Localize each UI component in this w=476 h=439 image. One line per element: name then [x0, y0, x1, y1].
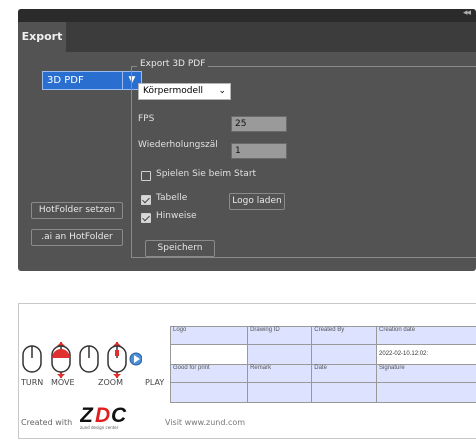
hotfolder-button[interactable]: HotFolder setzen — [31, 202, 123, 219]
load-logo-button[interactable]: Logo laden — [229, 193, 285, 210]
created-with-label: Created with — [21, 418, 73, 427]
navigation-controls — [22, 342, 142, 378]
value-signature — [376, 382, 476, 403]
header-logo: Logo — [169, 326, 249, 345]
zdc-logo: Z D C — [80, 404, 128, 424]
svg-text:D: D — [95, 404, 110, 424]
play-on-start-checkbox[interactable] — [141, 171, 151, 181]
header-remark: Remark — [247, 364, 313, 383]
save-button[interactable]: Speichern — [145, 240, 215, 257]
header-good-for-print: Good for print — [169, 364, 249, 383]
table-header-row: Logo Drawing ID Created By Creation date — [169, 326, 476, 345]
value-created-by — [311, 344, 378, 365]
play-label: PLAY — [145, 378, 165, 387]
pdf-preview: TURN MOVE ZOOM PLAY Logo Drawing ID Crea… — [18, 303, 476, 439]
collapse-icon[interactable]: ◂◂ — [463, 9, 471, 18]
visit-link[interactable]: Visit www.zund.com — [165, 418, 245, 427]
svg-text:C: C — [111, 404, 127, 424]
tab-bar: Export — [18, 22, 476, 52]
fps-label: FPS — [138, 114, 155, 124]
scroll-icon[interactable] — [107, 342, 127, 378]
value-logo — [169, 344, 249, 365]
play-on-start-label: Spielen Sie beim Start — [156, 169, 257, 179]
navigation-labels: TURN MOVE ZOOM PLAY — [21, 378, 171, 390]
model-select[interactable]: Körpermodell ⌄ — [138, 83, 231, 100]
model-select-value: Körpermodell — [143, 86, 203, 96]
zoom-icon[interactable] — [79, 345, 99, 373]
tab-export[interactable]: Export — [18, 22, 66, 52]
group-legend: Export 3D PDF — [137, 59, 209, 69]
table-checkbox[interactable] — [141, 195, 151, 205]
move-label: MOVE — [51, 378, 75, 387]
value-drawing-id — [247, 344, 313, 365]
table-header-row: Good for print Remark Date Signature — [169, 364, 476, 383]
header-signature: Signature — [376, 364, 476, 383]
format-select-value: 3D PDF — [47, 75, 84, 86]
zoom-label: ZOOM — [98, 378, 123, 387]
hints-checkbox[interactable] — [141, 213, 151, 223]
turn-label: TURN — [21, 378, 44, 387]
header-date: Date — [311, 364, 378, 383]
value-creation-date: 2022-02-10.12:02: — [376, 344, 476, 365]
fps-field[interactable]: 25 — [231, 116, 287, 132]
zdc-tagline: zund design center — [80, 425, 119, 430]
table-label: Tabelle — [156, 193, 188, 203]
export-3d-pdf-group: Export 3D PDF Körpermodell ⌄ FPS 25 Wied… — [131, 59, 476, 258]
repeat-field[interactable]: 1 — [231, 143, 287, 159]
info-table: Logo Drawing ID Created By Creation date… — [169, 326, 476, 403]
format-select[interactable]: 3D PDF ▼ — [42, 71, 142, 90]
table-value-row: 2022-02-10.12:02: — [169, 344, 476, 365]
turn-icon[interactable] — [22, 345, 42, 373]
value-remark — [247, 382, 313, 403]
ai-hotfolder-button[interactable]: .ai an HotFolder — [31, 229, 123, 246]
header-creation-date: Creation date — [376, 326, 476, 345]
svg-text:Z: Z — [80, 404, 94, 424]
value-good-for-print — [169, 382, 249, 403]
repeat-label: Wiederholungszäl — [138, 140, 218, 150]
table-value-row — [169, 382, 476, 403]
move-icon[interactable] — [51, 342, 71, 378]
export-panel: ◂◂ Export 3D PDF ▼ HotFolder setzen .ai … — [18, 9, 476, 271]
play-icon[interactable] — [129, 352, 142, 366]
value-date — [311, 382, 378, 403]
hints-label: Hinweise — [156, 211, 197, 221]
panel-title-bar: ◂◂ — [18, 9, 476, 22]
header-drawing-id: Drawing ID — [247, 326, 313, 345]
header-created-by: Created By — [311, 326, 378, 345]
chevron-down-icon: ⌄ — [218, 86, 226, 96]
